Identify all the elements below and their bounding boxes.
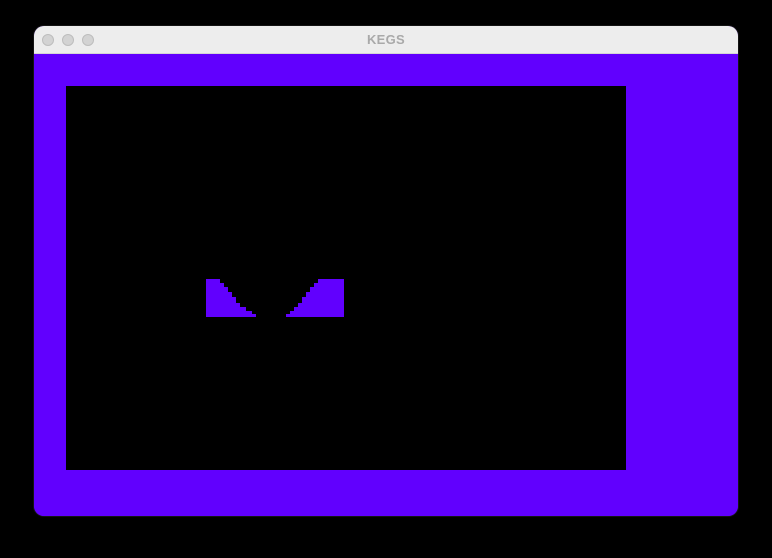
emulator-border (34, 54, 738, 516)
window-title: KEGS (366, 32, 406, 47)
title-bar[interactable]: KEGS (34, 26, 738, 54)
emulator-window: KEGS (34, 26, 738, 516)
pixel-sprite (206, 279, 344, 317)
sprite-left-part (206, 279, 256, 317)
sprite-right-part (286, 279, 344, 317)
emulator-screen[interactable] (66, 86, 626, 470)
